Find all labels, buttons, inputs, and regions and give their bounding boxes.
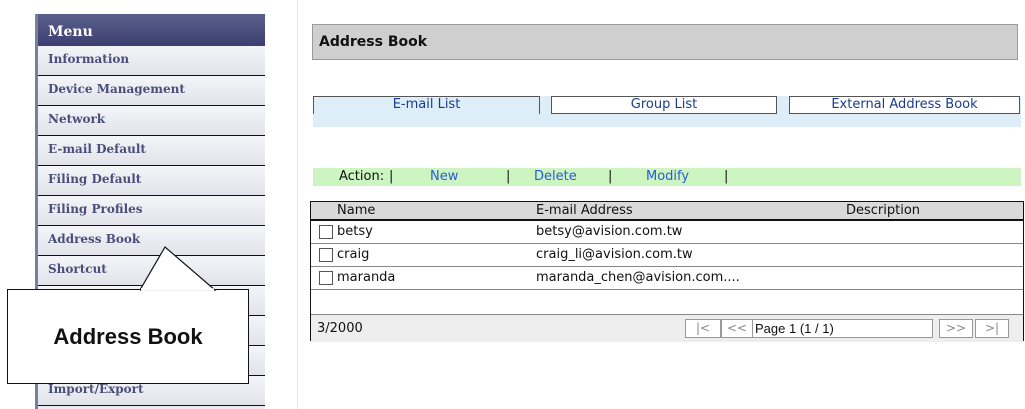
page-indicator[interactable]: Page 1 (1 / 1) — [752, 319, 933, 338]
table-row[interactable]: craig craig_li@avision.com.tw — [311, 244, 1023, 267]
delete-button[interactable]: Delete — [534, 168, 577, 186]
sidebar-item-network[interactable]: Network — [38, 106, 265, 136]
divider — [297, 0, 298, 409]
column-header-name[interactable]: Name — [337, 203, 375, 218]
menu-header: Menu — [38, 14, 265, 46]
row-checkbox[interactable] — [319, 225, 333, 239]
tab-external-address-book[interactable]: External Address Book — [789, 96, 1020, 114]
action-label: Action: — [339, 169, 385, 184]
callout-box: Address Book — [7, 289, 249, 384]
tab-strip: E-mail List Group List External Address … — [313, 96, 1021, 127]
column-header-email[interactable]: E-mail Address — [536, 203, 633, 218]
page-title: Address Book — [312, 24, 1018, 60]
callout-pointer — [140, 246, 217, 291]
tab-group-list[interactable]: Group List — [551, 96, 777, 114]
modify-button[interactable]: Modify — [646, 168, 689, 186]
row-checkbox[interactable] — [319, 248, 333, 262]
row-checkbox[interactable] — [319, 271, 333, 285]
sidebar-item-filing-profiles[interactable]: Filing Profiles — [38, 196, 265, 226]
next-page-button[interactable]: >> — [939, 319, 973, 338]
table-footer: 3/2000 |< << Page 1 (1 / 1) >> >| — [311, 314, 1023, 342]
address-table: Name E-mail Address Description betsy be… — [310, 201, 1024, 342]
record-count: 3/2000 — [317, 321, 363, 336]
row-email: betsy@avision.com.tw — [536, 224, 683, 239]
row-name: maranda — [337, 270, 396, 285]
column-header-description[interactable]: Description — [846, 203, 920, 218]
sidebar-item-information[interactable]: Information — [38, 46, 265, 76]
action-separator: | — [608, 169, 613, 184]
action-separator: | — [724, 169, 729, 184]
sidebar-item-email-default[interactable]: E-mail Default — [38, 136, 265, 166]
sidebar-item-filing-default[interactable]: Filing Default — [38, 166, 265, 196]
action-separator: | — [506, 169, 511, 184]
table-header: Name E-mail Address Description — [311, 202, 1023, 221]
sidebar-item-device-management[interactable]: Device Management — [38, 76, 265, 106]
callout-label: Address Book — [53, 323, 203, 349]
tab-email-list[interactable]: E-mail List — [313, 96, 540, 114]
row-name: betsy — [337, 224, 373, 239]
new-button[interactable]: New — [430, 168, 458, 186]
prev-page-button[interactable]: << — [721, 319, 753, 338]
action-separator: | — [389, 169, 394, 184]
table-empty-area — [311, 290, 1023, 314]
table-row[interactable]: maranda maranda_chen@avision.com.... — [311, 267, 1023, 290]
row-name: craig — [337, 247, 370, 262]
row-email: craig_li@avision.com.tw — [536, 247, 693, 262]
first-page-button[interactable]: |< — [685, 319, 721, 338]
table-row[interactable]: betsy betsy@avision.com.tw — [311, 221, 1023, 244]
action-bar: Action: | New | Delete | Modify | — [313, 168, 1021, 186]
last-page-button[interactable]: >| — [975, 319, 1009, 338]
row-email: maranda_chen@avision.com.... — [536, 270, 740, 285]
